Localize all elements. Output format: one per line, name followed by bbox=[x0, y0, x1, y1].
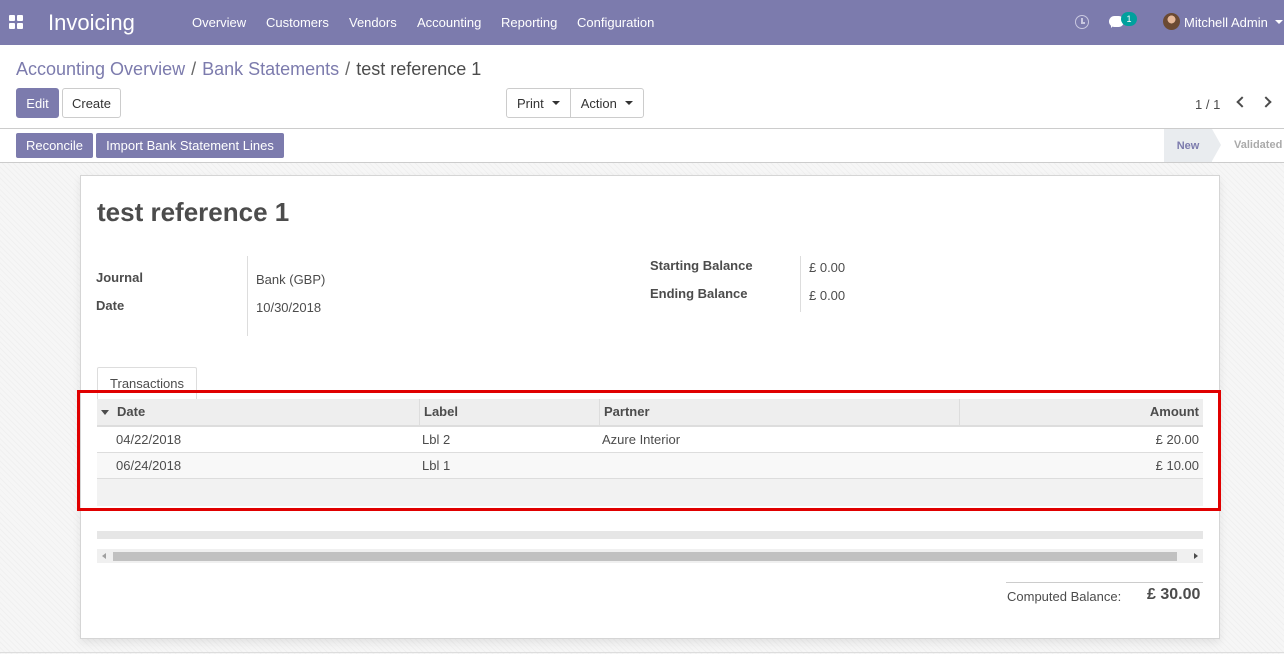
sort-caret-icon[interactable] bbox=[101, 410, 109, 415]
tab-transactions[interactable]: Transactions bbox=[97, 367, 197, 400]
scroll-right-icon[interactable] bbox=[1194, 553, 1198, 559]
menu-reporting[interactable]: Reporting bbox=[501, 15, 557, 30]
menu-configuration[interactable]: Configuration bbox=[577, 15, 654, 30]
scrollbar-thumb[interactable] bbox=[113, 552, 1177, 561]
breadcrumb-separator: / bbox=[191, 59, 197, 79]
column-amount[interactable]: Amount bbox=[959, 399, 1203, 425]
journal-value: Bank (GBP) bbox=[256, 272, 326, 287]
caret-down-icon bbox=[551, 101, 560, 105]
ending-balance-label: Ending Balance bbox=[650, 286, 748, 301]
user-menu-caret-icon[interactable] bbox=[1275, 20, 1283, 24]
table-row[interactable]: 04/22/2018 Lbl 2 Azure Interior £ 20.00 bbox=[97, 427, 1203, 453]
breadcrumb-bank-statements[interactable]: Bank Statements bbox=[202, 59, 339, 79]
date-label: Date bbox=[96, 298, 125, 313]
stage-validated: Validated bbox=[1234, 139, 1283, 151]
table-footer bbox=[97, 479, 1203, 506]
column-label[interactable]: Label bbox=[419, 399, 599, 425]
column-partner[interactable]: Partner bbox=[599, 399, 959, 425]
field-separator bbox=[247, 256, 248, 336]
stage-new: New bbox=[1164, 129, 1221, 162]
menu-overview[interactable]: Overview bbox=[192, 15, 246, 30]
bottom-divider bbox=[0, 652, 1284, 653]
cell-amount: £ 20.00 bbox=[1155, 432, 1199, 447]
form-sheet: test reference 1 Journal Date Bank (GBP)… bbox=[80, 175, 1220, 639]
date-value: 10/30/2018 bbox=[256, 300, 322, 315]
cell-partner: Azure Interior bbox=[602, 432, 681, 447]
caret-down-icon bbox=[624, 101, 633, 105]
scroll-left-icon[interactable] bbox=[102, 553, 106, 559]
breadcrumb: Accounting Overview / Bank Statements / test… bbox=[16, 59, 481, 80]
reconcile-button[interactable]: Reconcile bbox=[16, 133, 93, 158]
journal-label: Journal bbox=[96, 270, 143, 285]
field-separator bbox=[800, 256, 801, 312]
cell-label: Lbl 1 bbox=[422, 458, 451, 473]
table-row[interactable]: 06/24/2018 Lbl 1 £ 10.00 bbox=[97, 453, 1203, 479]
pager-value[interactable]: 1 / 1 bbox=[1195, 97, 1220, 112]
user-avatar[interactable] bbox=[1163, 13, 1180, 30]
cell-date: 04/22/2018 bbox=[116, 432, 182, 447]
horizontal-scrollbar[interactable] bbox=[97, 549, 1203, 563]
transactions-table: Date Label Partner Amount 04/22/2018 Lbl… bbox=[97, 399, 1203, 506]
create-button[interactable]: Create bbox=[62, 88, 121, 118]
form-statusbar: Reconcile Import Bank Statement Lines Ne… bbox=[0, 129, 1284, 163]
breadcrumb-accounting-overview[interactable]: Accounting Overview bbox=[16, 59, 185, 79]
starting-balance-value: £ 0.00 bbox=[809, 260, 846, 275]
print-label: Print bbox=[517, 95, 544, 111]
apps-menu-icon[interactable] bbox=[9, 15, 23, 29]
action-label: Action bbox=[580, 95, 617, 111]
menu-vendors[interactable]: Vendors bbox=[349, 15, 397, 30]
computed-balance-value: £ 30.00 bbox=[1147, 586, 1201, 603]
action-dropdown[interactable]: Action bbox=[569, 89, 643, 117]
sidebar-dropdowns: Print Action bbox=[506, 88, 644, 118]
menu-customers[interactable]: Customers bbox=[266, 15, 329, 30]
computed-balance-label: Computed Balance: bbox=[1007, 589, 1122, 604]
control-panel: Accounting Overview / Bank Statements / test… bbox=[0, 45, 1284, 129]
pager-previous-icon[interactable] bbox=[1236, 96, 1248, 108]
starting-balance-label: Starting Balance bbox=[650, 258, 753, 273]
cell-amount: £ 10.00 bbox=[1155, 458, 1199, 473]
print-dropdown[interactable]: Print bbox=[507, 89, 570, 117]
total-separator bbox=[1006, 582, 1203, 583]
breadcrumb-current: test reference 1 bbox=[356, 59, 482, 79]
cell-date: 06/24/2018 bbox=[116, 458, 182, 473]
activity-clock-icon[interactable] bbox=[1075, 15, 1089, 29]
ending-balance-value: £ 0.00 bbox=[809, 288, 846, 303]
column-date[interactable]: Date bbox=[113, 399, 419, 425]
top-navbar: Invoicing Overview Customers Vendors Acc… bbox=[0, 0, 1284, 45]
user-menu-name[interactable]: Mitchell Admin bbox=[1184, 15, 1268, 30]
pager-next-icon[interactable] bbox=[1260, 96, 1272, 108]
chat-count-badge: 1 bbox=[1121, 12, 1137, 26]
cell-partner bbox=[598, 453, 606, 478]
table-footer-strip bbox=[97, 531, 1203, 539]
menu-accounting[interactable]: Accounting bbox=[417, 15, 481, 30]
import-bank-statement-lines-button[interactable]: Import Bank Statement Lines bbox=[96, 133, 284, 158]
breadcrumb-separator: / bbox=[345, 59, 351, 79]
app-brand[interactable]: Invoicing bbox=[48, 10, 135, 36]
edit-button[interactable]: Edit bbox=[16, 88, 59, 118]
table-header: Date Label Partner Amount bbox=[97, 399, 1203, 427]
cell-label: Lbl 2 bbox=[422, 432, 451, 447]
record-title: test reference 1 bbox=[97, 197, 290, 227]
